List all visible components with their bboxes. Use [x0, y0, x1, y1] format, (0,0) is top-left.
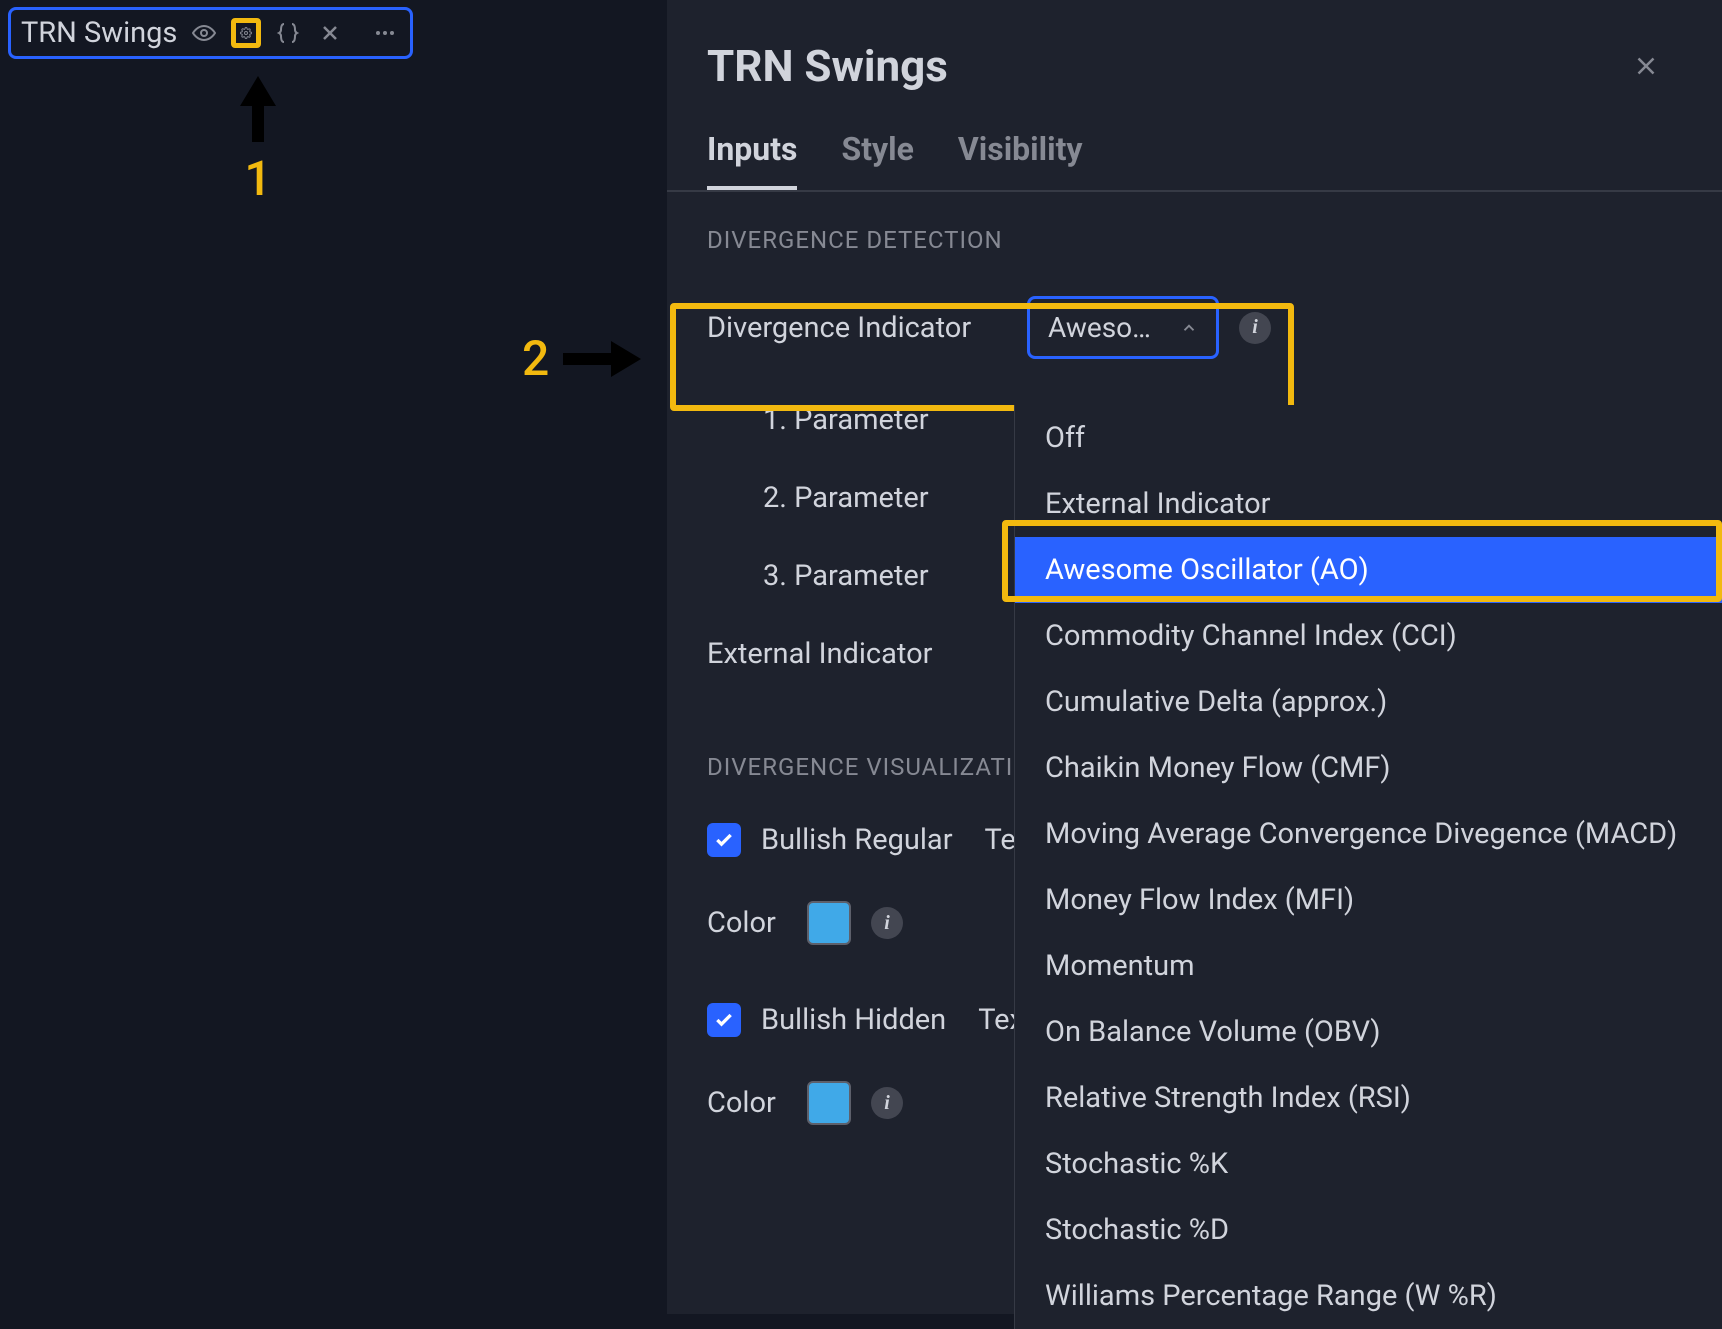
delete-icon[interactable] [315, 18, 345, 48]
bullish-hidden-label: Bullish Hidden [761, 1003, 946, 1037]
param1-label: 1. Parameter [763, 403, 943, 437]
param3-label: 3. Parameter [763, 559, 943, 593]
dropdown-item[interactable]: Stochastic %K [1015, 1131, 1722, 1197]
annotation-1-label: 1 [244, 150, 271, 207]
tab-visibility[interactable]: Visibility [958, 130, 1083, 190]
dropdown-item[interactable]: Cumulative Delta (approx.) [1015, 669, 1722, 735]
dropdown-item[interactable]: Stochastic %D [1015, 1197, 1722, 1263]
bullish-hidden-color-swatch[interactable] [807, 1081, 851, 1125]
eye-icon[interactable] [189, 18, 219, 48]
indicator-title: TRN Swings [21, 16, 177, 50]
dialog-title: TRN Swings [707, 40, 948, 92]
dropdown-item[interactable]: Off [1015, 405, 1722, 471]
bullish-regular-checkbox[interactable] [707, 823, 741, 857]
info-icon[interactable]: i [871, 1087, 903, 1119]
settings-gear-icon[interactable] [231, 18, 261, 48]
more-icon[interactable] [370, 18, 400, 48]
annotation-1: 1 [240, 76, 276, 207]
bullish-regular-color-swatch[interactable] [807, 901, 851, 945]
tab-style[interactable]: Style [841, 130, 913, 190]
dropdown-item[interactable]: Relative Strength Index (RSI) [1015, 1065, 1722, 1131]
dropdown-item[interactable]: External Indicator [1015, 471, 1722, 537]
divergence-indicator-value: Aweso… [1048, 311, 1151, 344]
param2-label: 2. Parameter [763, 481, 943, 515]
source-code-icon[interactable] [273, 18, 303, 48]
dropdown-item[interactable]: Williams Percentage Range (W %R) [1015, 1263, 1722, 1329]
annotation-2-label: 2 [522, 330, 549, 387]
close-icon[interactable] [1628, 48, 1664, 84]
dropdown-item[interactable]: Commodity Channel Index (CCI) [1015, 603, 1722, 669]
divergence-indicator-select[interactable]: Aweso… [1027, 296, 1219, 359]
info-icon[interactable]: i [1239, 312, 1271, 344]
bullish-hidden-checkbox[interactable] [707, 1003, 741, 1037]
section-divergence-detection: DIVERGENCE DETECTION [667, 192, 1722, 274]
divergence-indicator-dropdown: OffExternal IndicatorAwesome Oscillator … [1014, 405, 1722, 1329]
dropdown-item[interactable]: Chaikin Money Flow (CMF) [1015, 735, 1722, 801]
info-icon[interactable]: i [871, 907, 903, 939]
dropdown-item[interactable]: Momentum [1015, 933, 1722, 999]
bullish-hidden-color-label: Color [707, 1086, 787, 1120]
bullish-regular-color-label: Color [707, 906, 787, 940]
dropdown-item[interactable]: Money Flow Index (MFI) [1015, 867, 1722, 933]
tab-inputs[interactable]: Inputs [707, 130, 797, 190]
bullish-regular-label: Bullish Regular [761, 823, 953, 857]
annotation-2: 2 [522, 330, 641, 387]
row-divergence-indicator: Divergence Indicator Aweso… i [667, 274, 1722, 381]
divergence-indicator-label: Divergence Indicator [707, 311, 1007, 345]
dropdown-item[interactable]: On Balance Volume (OBV) [1015, 999, 1722, 1065]
indicator-legend[interactable]: TRN Swings [8, 7, 413, 59]
dropdown-item[interactable]: Moving Average Convergence Divegence (MA… [1015, 801, 1722, 867]
dropdown-item[interactable]: Awesome Oscillator (AO) [1015, 537, 1722, 603]
external-indicator-label: External Indicator [707, 637, 1007, 671]
tab-bar: Inputs Style Visibility [667, 112, 1722, 192]
